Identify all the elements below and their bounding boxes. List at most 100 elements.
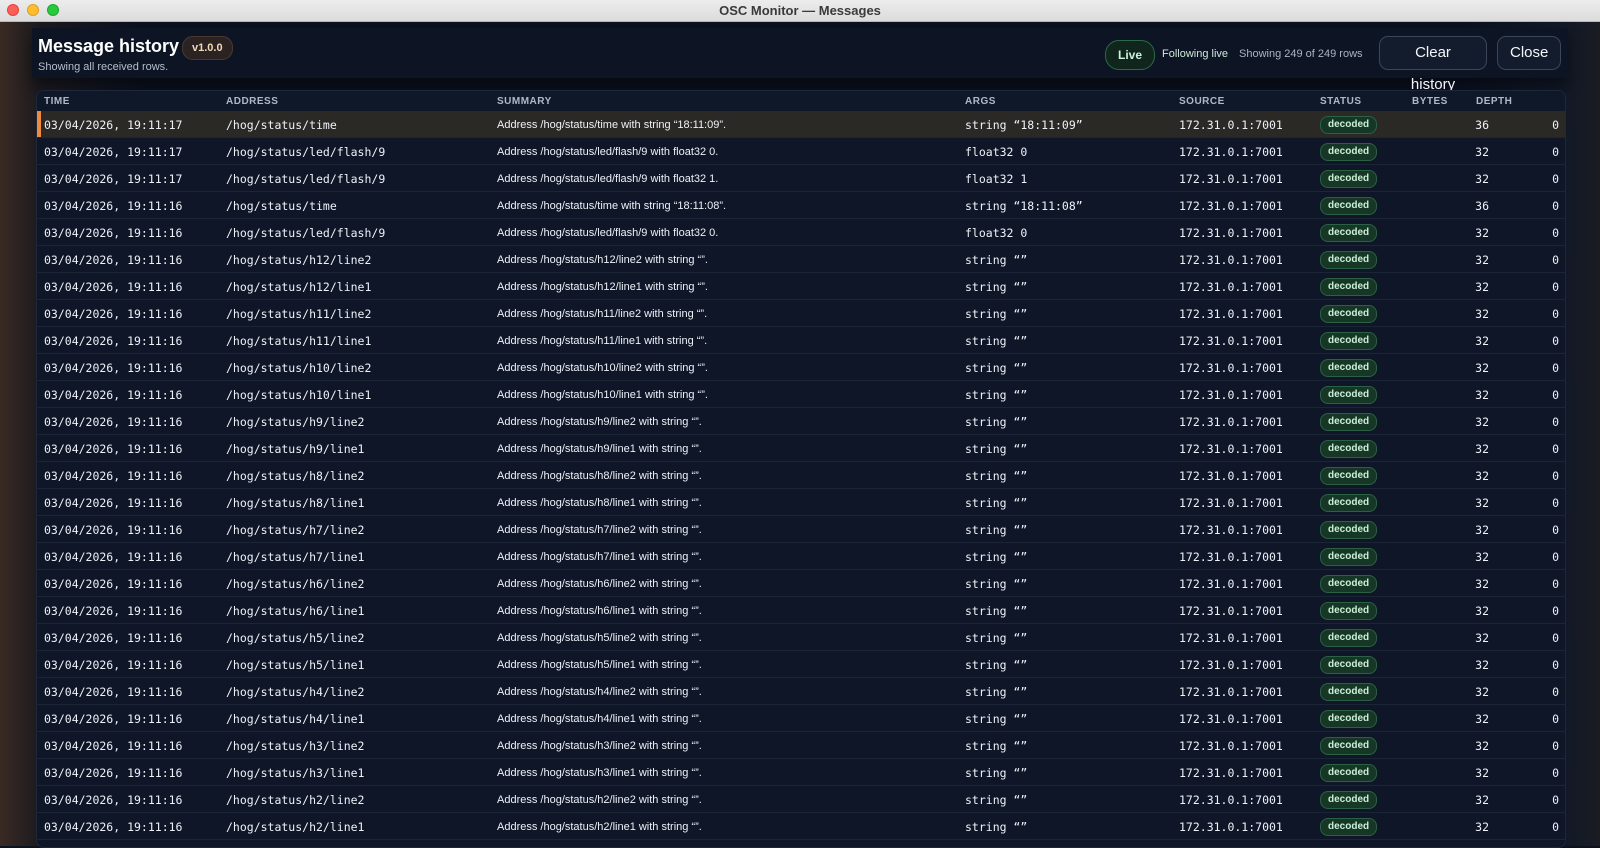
row-bytes: 32	[1475, 253, 1489, 267]
row-address: /hog/status/led/flash/9	[226, 226, 386, 240]
table-row[interactable]: 03/04/2026, 19:11:16/hog/status/h12/line…	[37, 246, 1565, 273]
row-source: 172.31.0.1:7001	[1179, 820, 1283, 834]
table-row[interactable]: 03/04/2026, 19:11:16/hog/status/h8/line1…	[37, 489, 1565, 516]
table-row[interactable]: 03/04/2026, 19:11:16/hog/status/h2/line2…	[37, 786, 1565, 813]
row-address: /hog/status/h3/line1	[226, 766, 365, 780]
row-bytes: 36	[1475, 118, 1489, 132]
row-address: /hog/status/h4/line2	[226, 685, 365, 699]
row-depth: 0	[1552, 415, 1559, 429]
row-address: /hog/status/h11/line2	[226, 307, 372, 321]
row-time: 03/04/2026, 19:11:16	[44, 469, 183, 483]
row-summary: Address /hog/status/h3/line1 with string…	[497, 767, 702, 779]
row-bytes: 32	[1475, 307, 1489, 321]
row-status: decoded	[1320, 116, 1378, 134]
table-row[interactable]: 03/04/2026, 19:11:16/hog/status/time Addr…	[37, 192, 1565, 219]
clear-history-button[interactable]: Clear history	[1379, 36, 1487, 93]
table-row[interactable]: 03/04/2026, 19:11:16/hog/status/h9/line1…	[37, 435, 1565, 462]
row-args: float32 0	[965, 145, 1028, 159]
table-row[interactable]: 03/04/2026, 19:11:17/hog/status/led/flas…	[37, 138, 1565, 165]
row-summary: Address /hog/status/h3/line2 with string…	[497, 740, 702, 752]
row-bytes: 32	[1475, 793, 1489, 807]
row-address: /hog/status/h2/line2	[226, 793, 365, 807]
table-row[interactable]: 03/04/2026, 19:11:16/hog/status/h10/line…	[37, 354, 1565, 381]
table-row[interactable]: 03/04/2026, 19:11:16/hog/status/h7/line1…	[37, 543, 1565, 570]
column-header-depth[interactable]: DEPTH	[1476, 96, 1512, 107]
row-summary: Address /hog/status/time with string “18…	[497, 200, 727, 212]
table-row[interactable]: 03/04/2026, 19:11:16/hog/status/h8/line2…	[37, 462, 1565, 489]
table-row[interactable]: 03/04/2026, 19:11:16/hog/status/h10/line…	[37, 381, 1565, 408]
page-title: Message history	[38, 36, 180, 56]
row-args: string “”	[965, 793, 1028, 807]
row-source: 172.31.0.1:7001	[1179, 766, 1283, 780]
row-source: 172.31.0.1:7001	[1179, 388, 1283, 402]
row-time: 03/04/2026, 19:11:16	[44, 415, 183, 429]
row-summary: Address /hog/status/h10/line2 with strin…	[497, 362, 708, 374]
column-header-source[interactable]: SOURCE	[1179, 96, 1225, 107]
table-row[interactable]: 03/04/2026, 19:11:16/hog/status/h5/line1…	[37, 651, 1565, 678]
table-row[interactable]: 03/04/2026, 19:11:16/hog/status/h3/line1…	[37, 759, 1565, 786]
table-row[interactable]: 03/04/2026, 19:11:16/hog/status/h11/line…	[37, 327, 1565, 354]
table-row[interactable]: 03/04/2026, 19:11:16/hog/status/h4/line1…	[37, 705, 1565, 732]
row-address: /hog/status/h7/line1	[226, 550, 365, 564]
table-row[interactable]: 03/04/2026, 19:11:16/hog/status/h5/line2…	[37, 624, 1565, 651]
table-row[interactable]: 03/04/2026, 19:11:16/hog/status/h2/line1…	[37, 813, 1565, 840]
close-button[interactable]: Close	[1497, 36, 1561, 70]
row-time: 03/04/2026, 19:11:16	[44, 496, 183, 510]
row-depth: 0	[1552, 766, 1559, 780]
row-status-badge: decoded	[1320, 386, 1378, 404]
row-address: /hog/status/h11/line1	[226, 334, 372, 348]
row-bytes: 36	[1475, 199, 1489, 213]
row-depth: 0	[1552, 145, 1559, 159]
row-source: 172.31.0.1:7001	[1179, 118, 1283, 132]
row-time: 03/04/2026, 19:11:16	[44, 550, 183, 564]
row-time: 03/04/2026, 19:11:16	[44, 658, 183, 672]
row-args: string “”	[965, 253, 1028, 267]
table-row[interactable]: 03/04/2026, 19:11:16/hog/status/led/flas…	[37, 219, 1565, 246]
row-bytes: 32	[1475, 226, 1489, 240]
live-status-pill[interactable]: Live	[1105, 40, 1156, 70]
table-row[interactable]: 03/04/2026, 19:11:16/hog/status/h9/line2…	[37, 408, 1565, 435]
table-row[interactable]: 03/04/2026, 19:11:16/hog/status/h11/line…	[37, 300, 1565, 327]
row-depth: 0	[1552, 658, 1559, 672]
table-row[interactable]: 03/04/2026, 19:11:16/hog/status/h6/line2…	[37, 570, 1565, 597]
row-time: 03/04/2026, 19:11:16	[44, 604, 183, 618]
row-address: /hog/status/h6/line1	[226, 604, 365, 618]
row-source: 172.31.0.1:7001	[1179, 442, 1283, 456]
row-summary: Address /hog/status/h4/line1 with string…	[497, 713, 702, 725]
table-row[interactable]: 03/04/2026, 19:11:16/hog/status/h4/line2…	[37, 678, 1565, 705]
row-source: 172.31.0.1:7001	[1179, 199, 1283, 213]
column-header-address[interactable]: ADDRESS	[226, 96, 278, 107]
table-row[interactable]: 03/04/2026, 19:11:17/hog/status/time Addr…	[37, 111, 1565, 138]
table-row[interactable]: 03/04/2026, 19:11:16/hog/status/h7/line2…	[37, 516, 1565, 543]
row-time: 03/04/2026, 19:11:17	[44, 118, 183, 132]
row-depth: 0	[1552, 712, 1559, 726]
row-bytes: 32	[1475, 334, 1489, 348]
column-header-summary[interactable]: SUMMARY	[497, 96, 552, 107]
row-status: decoded	[1320, 413, 1378, 431]
row-depth: 0	[1552, 334, 1559, 348]
column-header-bytes[interactable]: BYTES	[1412, 96, 1448, 107]
row-args: string “”	[965, 604, 1028, 618]
column-header-args[interactable]: ARGS	[965, 96, 996, 107]
column-header-status[interactable]: STATUS	[1320, 96, 1362, 107]
row-time: 03/04/2026, 19:11:16	[44, 523, 183, 537]
column-header-time[interactable]: TIME	[44, 96, 70, 107]
row-time: 03/04/2026, 19:11:17	[44, 172, 183, 186]
row-depth: 0	[1552, 496, 1559, 510]
table-row[interactable]: 03/04/2026, 19:11:16/hog/status/h3/line2…	[37, 732, 1565, 759]
table-row[interactable]: 03/04/2026, 19:11:16/hog/status/h6/line1…	[37, 597, 1565, 624]
row-args: string “”	[965, 280, 1028, 294]
row-depth: 0	[1552, 820, 1559, 834]
history-header: Message history v1.0.0 Showing all recei…	[32, 28, 1568, 93]
row-status: decoded	[1320, 170, 1378, 188]
row-address: /hog/status/time	[226, 199, 337, 213]
row-summary: Address /hog/status/h7/line2 with string…	[497, 524, 702, 536]
row-args: string “”	[965, 415, 1028, 429]
row-args: string “”	[965, 739, 1028, 753]
row-source: 172.31.0.1:7001	[1179, 415, 1283, 429]
table-row[interactable]: 03/04/2026, 19:11:17/hog/status/led/flas…	[37, 165, 1565, 192]
table-row[interactable]: 03/04/2026, 19:11:16/hog/status/h12/line…	[37, 273, 1565, 300]
row-bytes: 32	[1475, 739, 1489, 753]
row-status-badge: decoded	[1320, 305, 1378, 323]
row-args: float32 1	[965, 172, 1028, 186]
